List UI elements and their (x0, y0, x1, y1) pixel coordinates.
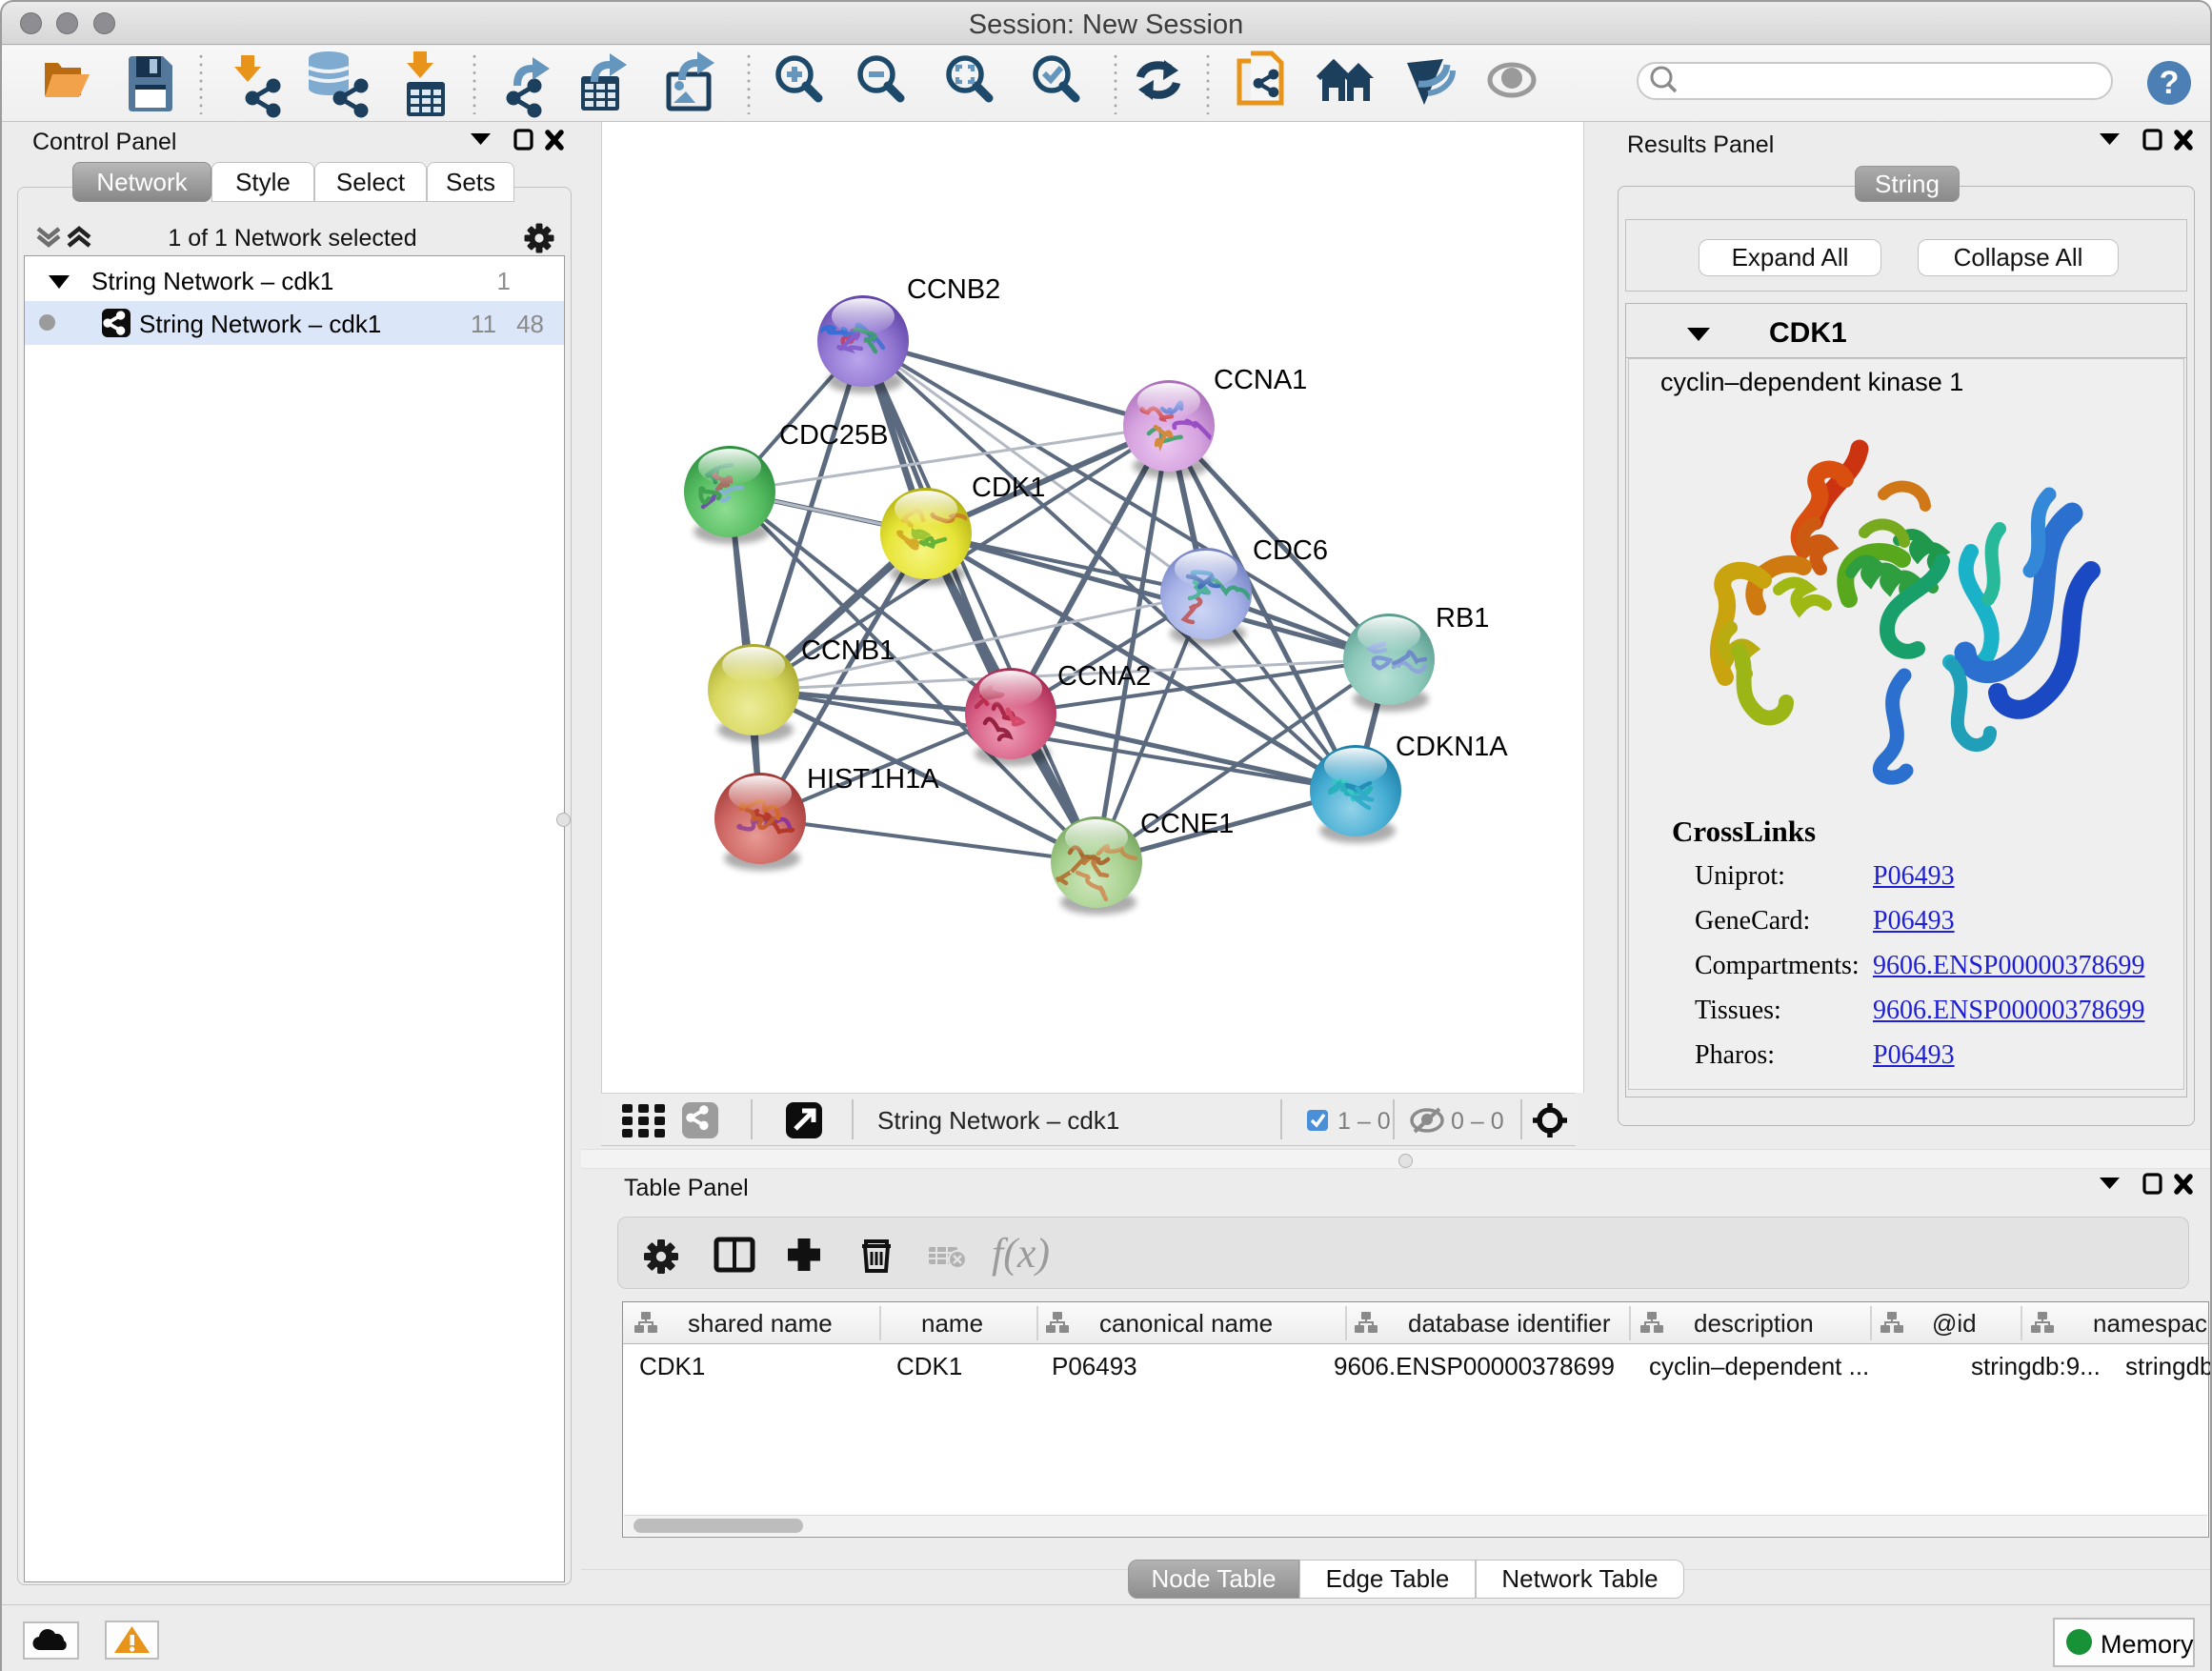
svg-text:String Network – cdk1: String Network – cdk1 (877, 1106, 1119, 1135)
svg-text:RB1: RB1 (1436, 603, 1489, 634)
svg-text:CDKN1A: CDKN1A (1396, 732, 1508, 762)
svg-text:CCNB2: CCNB2 (907, 274, 1000, 305)
svg-text:shared name: shared name (688, 1309, 833, 1338)
svg-text:f(x): f(x) (992, 1230, 1050, 1277)
svg-text:CCNA1: CCNA1 (1214, 365, 1307, 395)
svg-text:?: ? (2160, 65, 2180, 101)
svg-text:CDK1: CDK1 (972, 473, 1045, 503)
svg-text:canonical name: canonical name (1099, 1309, 1273, 1338)
svg-text:database identifier: database identifier (1408, 1309, 1611, 1338)
svg-text:name: name (921, 1309, 983, 1338)
svg-text:0 – 0: 0 – 0 (1451, 1108, 1504, 1135)
svg-text:description: description (1694, 1309, 1814, 1338)
svg-text:CCNB1: CCNB1 (801, 635, 895, 666)
svg-text:CDC25B: CDC25B (779, 420, 888, 451)
svg-text:HIST1H1A: HIST1H1A (807, 764, 939, 795)
svg-text:@id: @id (1932, 1309, 1977, 1338)
svg-text:CCNA2: CCNA2 (1057, 661, 1151, 692)
svg-text:1 – 0: 1 – 0 (1337, 1108, 1391, 1135)
svg-text:CCNE1: CCNE1 (1140, 809, 1234, 839)
svg-text:namespace: namespace (2093, 1309, 2208, 1338)
svg-text:CDC6: CDC6 (1253, 535, 1328, 566)
